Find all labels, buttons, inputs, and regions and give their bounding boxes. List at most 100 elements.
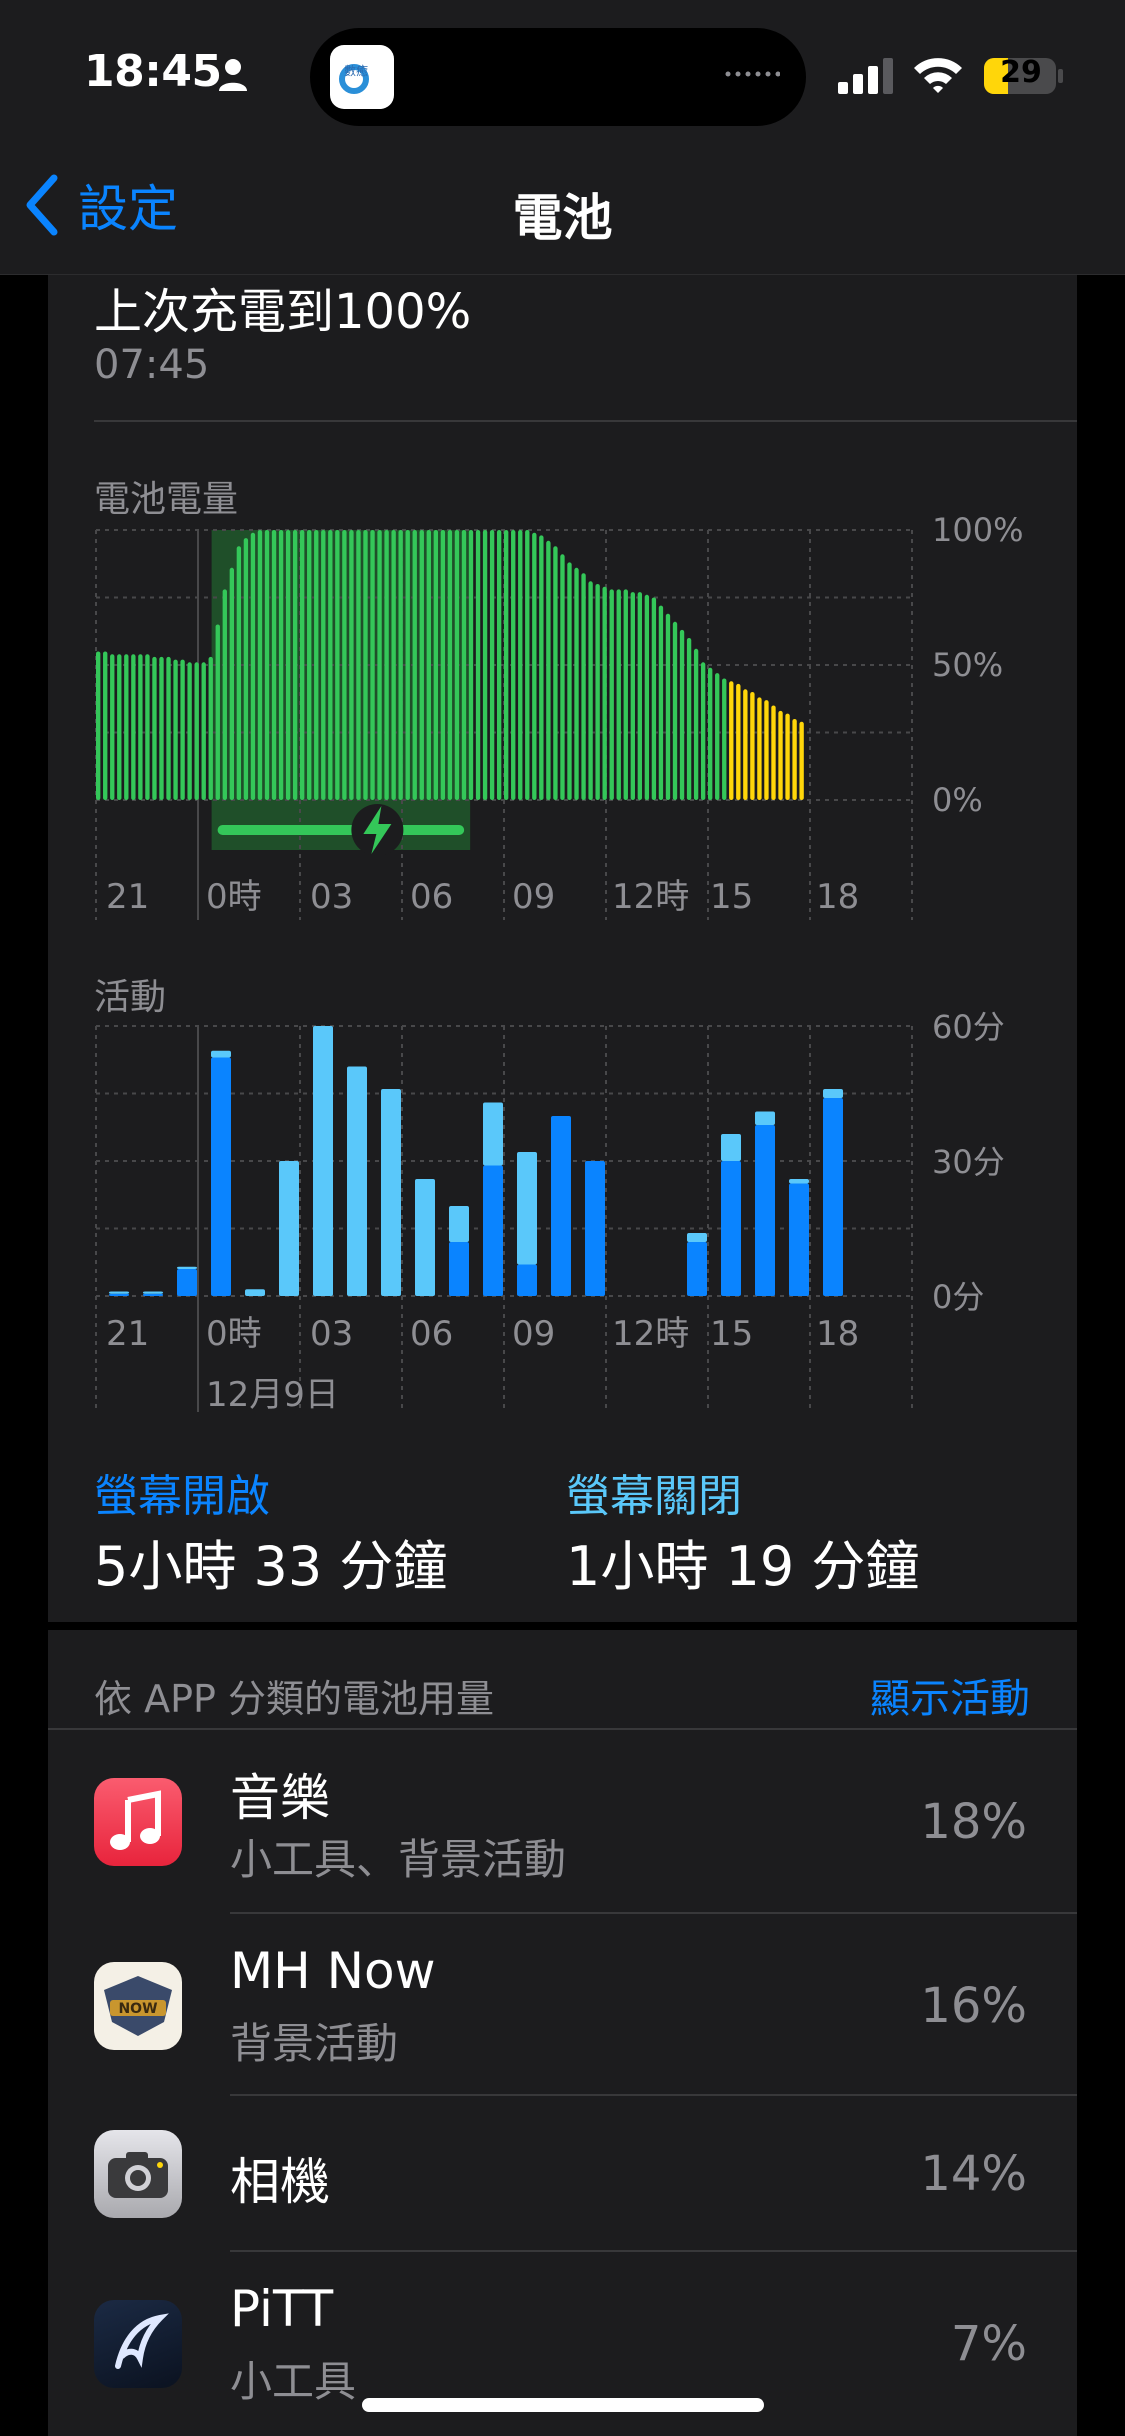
show-activity-button[interactable]: 顯示活動 (870, 1666, 1030, 1724)
battery-bar (278, 530, 284, 800)
battery-bar (546, 540, 551, 800)
screen-off-bar (211, 1050, 231, 1058)
battery-bar (623, 589, 628, 800)
app-detail: 小工具 (230, 2357, 357, 2406)
x-tick-label: 06 (410, 877, 453, 917)
home-indicator[interactable] (362, 2398, 764, 2412)
battery-bar (482, 530, 488, 800)
battery-bar (708, 667, 713, 800)
battery-bar (103, 651, 108, 800)
battery-bar (489, 530, 495, 800)
screen-on-bar (721, 1161, 741, 1296)
x-tick-label: 21 (106, 1314, 149, 1354)
app-row-camera[interactable]: 相機 14% (48, 2096, 1077, 2250)
date-label: 12月9日 (206, 1375, 339, 1415)
battery-bar (412, 530, 417, 800)
battery-bar (173, 659, 178, 800)
battery-bars (96, 530, 804, 800)
screen-on-duration: 5小時 33 分鐘 (94, 1535, 448, 1598)
x-tick-label: 15 (710, 1314, 753, 1354)
x-tick-label: 03 (310, 877, 353, 917)
screen-on-bar (109, 1293, 129, 1296)
screen-on-bar (585, 1161, 605, 1296)
screen-on-bar (551, 1116, 571, 1296)
ellipsis-icon (725, 71, 780, 77)
screen-on-bar (517, 1264, 537, 1296)
battery-bar (651, 597, 657, 800)
battery-bar (271, 530, 277, 800)
battery-bar (398, 530, 403, 800)
screen-off-duration: 1小時 19 分鐘 (566, 1535, 920, 1598)
y-tick-label: 60分 (932, 1008, 1005, 1046)
app-name: PiTT (230, 2280, 334, 2338)
battery-bar (426, 530, 431, 800)
activity-chart[interactable]: 60分 30分 0分 21 0時 03 06 09 12時 15 18 12月9日 (0, 1000, 1125, 1420)
page-title: 電池 (512, 189, 613, 247)
screen-on-bar (687, 1242, 707, 1296)
battery-bar (356, 530, 361, 800)
person-icon (219, 59, 247, 91)
battery-bar (96, 651, 101, 800)
divider (94, 420, 1077, 422)
screen-off-bar (789, 1179, 809, 1184)
music-note-icon (94, 1778, 182, 1866)
battery-bar (532, 532, 537, 800)
camera-icon (94, 2130, 182, 2218)
x-tick-label: 03 (310, 1314, 353, 1354)
battery-bar (250, 532, 256, 800)
app-row-music[interactable]: 音樂 小工具、背景活動 18% (48, 1730, 1077, 1912)
lightning-bolt-icon (351, 804, 404, 856)
charging-period-band (211, 530, 471, 850)
pitt-logo-icon (94, 2300, 182, 2388)
screen-off-bar (687, 1233, 707, 1242)
battery-bar (630, 592, 635, 800)
battery-bar (138, 654, 143, 800)
screen-off-bar (449, 1206, 469, 1242)
battery-bar (314, 530, 319, 800)
screen-off-bar (381, 1089, 401, 1296)
usage-by-app-header: 依 APP 分類的電池用量 (94, 1677, 494, 1721)
battery-bar (222, 589, 227, 800)
screen-off-bar (483, 1102, 503, 1166)
battery-bar (764, 700, 769, 800)
screen-on-bar (143, 1293, 163, 1296)
screen-off-bar (415, 1179, 435, 1296)
battery-bar (672, 621, 678, 800)
screen-off-bar (347, 1066, 367, 1296)
battery-bar (447, 530, 453, 800)
battery-percentage: 29 (1000, 55, 1042, 90)
last-charge-label: 上次充電到100% (94, 284, 472, 340)
battery-bar (454, 530, 460, 800)
section-gap (48, 1622, 1077, 1630)
battery-bar (124, 654, 129, 800)
battery-level-chart[interactable]: 100% 50% 0% 21 0時 03 06 09 12時 15 18 (0, 500, 1125, 930)
screen-off-bar (109, 1291, 129, 1294)
battery-bar (257, 530, 263, 800)
screen-off-bar (755, 1111, 775, 1125)
x-tick-label: 0時 (206, 877, 262, 917)
battery-bar (525, 530, 530, 800)
battery-bar (419, 530, 424, 800)
app-row-mh-now[interactable]: NOW MH Now 背景活動 16% (48, 1914, 1077, 2094)
battery-bar (778, 710, 783, 800)
battery-bar (243, 538, 249, 800)
y-tick-label: 50% (932, 646, 1003, 684)
battery-bar (236, 546, 242, 800)
screen-off-bar (279, 1161, 299, 1296)
battery-bar (729, 681, 734, 800)
battery-bar (208, 656, 213, 800)
battery-bar (342, 530, 347, 800)
battery-bar (292, 530, 298, 800)
battery-bar (363, 530, 368, 800)
screen-off-bar (721, 1134, 741, 1161)
battery-bar (616, 589, 621, 800)
x-tick-label: 18 (816, 1314, 859, 1354)
battery-bar (553, 546, 558, 800)
x-tick-label: 15 (710, 877, 753, 917)
battery-bar (461, 530, 467, 800)
screen-on-label: 螢幕開啟 (94, 1471, 270, 1522)
battery-bar (468, 530, 474, 800)
battery-bar (433, 530, 439, 800)
battery-bar (771, 705, 776, 800)
app-percent: 18% (920, 1794, 1027, 1850)
